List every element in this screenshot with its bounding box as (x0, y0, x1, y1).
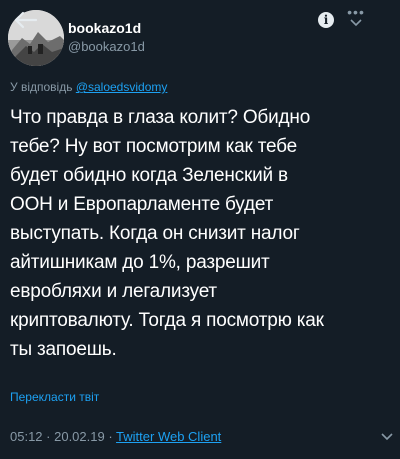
translate-tweet-link[interactable]: Перекласти твіт (10, 390, 99, 404)
info-icon: i (323, 13, 329, 27)
more-button[interactable]: ••• (342, 4, 370, 34)
tweet-client-link[interactable]: Twitter Web Client (116, 429, 221, 444)
back-button[interactable] (10, 8, 40, 32)
tweet-text: Что правда в глаза колит? Обидно тебе? Н… (10, 107, 324, 360)
meta-separator: · (42, 429, 55, 444)
reply-context: У відповідь @saloedsvidomy (10, 80, 167, 94)
tweet-meta: 05:12 · 20.02.19 · Twitter Web Client (10, 429, 221, 444)
reply-prefix: У відповідь (10, 80, 76, 94)
info-button[interactable]: i (318, 12, 334, 28)
chevron-down-icon (350, 19, 362, 27)
username[interactable]: bookazo1d (68, 20, 141, 36)
arrow-left-icon (14, 11, 38, 29)
user-handle[interactable]: @bookazo1d (68, 39, 145, 54)
meta-separator-2: · (104, 429, 117, 444)
tweet-header: bookazo1d @bookazo1d i ••• (0, 0, 400, 70)
reply-mention-link[interactable]: @saloedsvidomy (76, 80, 168, 94)
scroll-down-icon[interactable] (380, 430, 394, 444)
tweet-time: 05:12 (10, 429, 43, 444)
more-icon: ••• (347, 4, 365, 20)
tweet-screen: bookazo1d @bookazo1d i ••• У відповідь @… (0, 0, 400, 459)
tweet-date: 20.02.19 (54, 429, 105, 444)
